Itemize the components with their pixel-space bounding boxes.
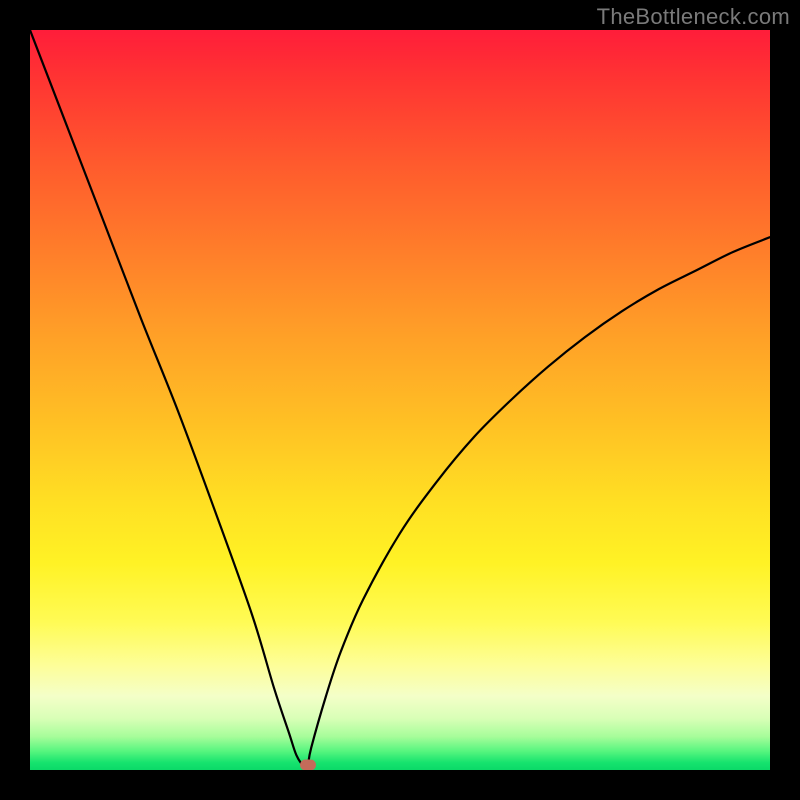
watermark-text: TheBottleneck.com [597,4,790,30]
bottleneck-curve [30,30,770,768]
chart-frame: TheBottleneck.com [0,0,800,800]
min-marker [300,759,316,770]
curve-svg [30,30,770,770]
plot-area [30,30,770,770]
